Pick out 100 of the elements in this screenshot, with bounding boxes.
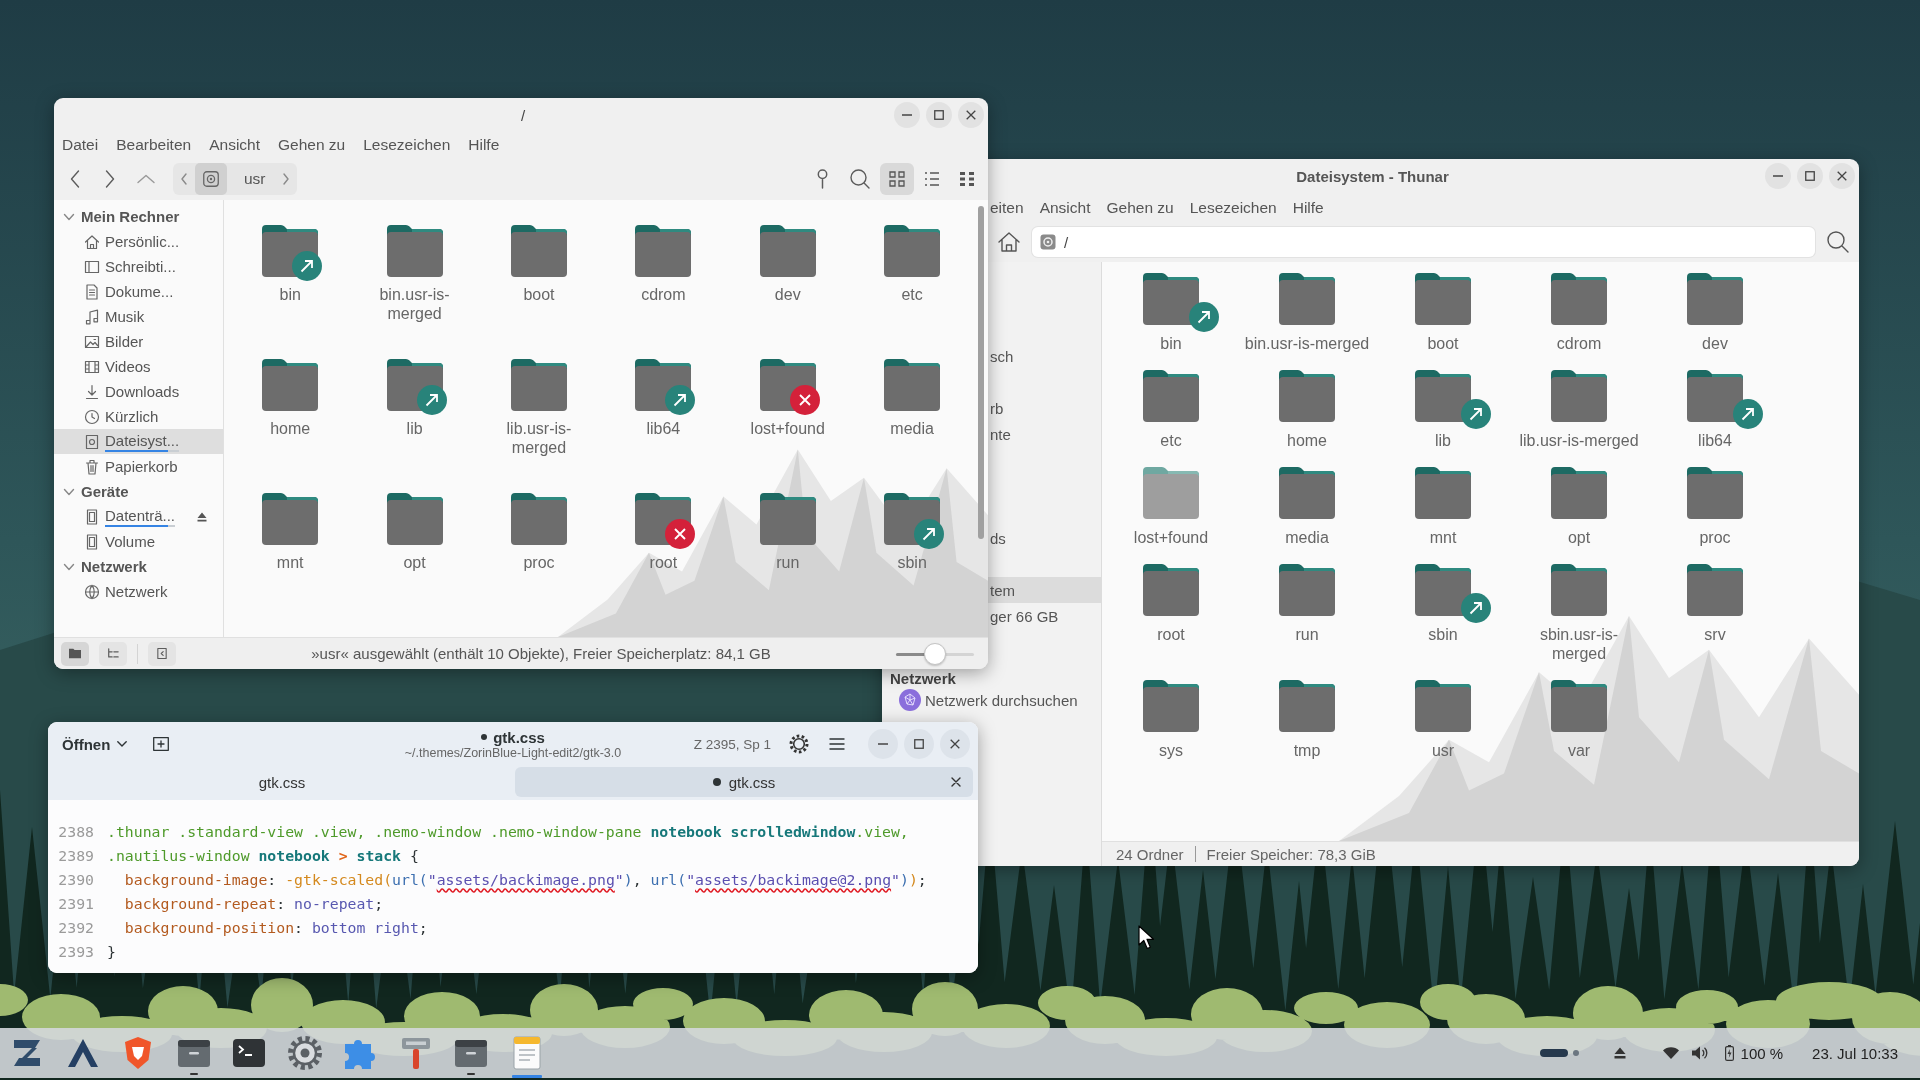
maximize-button[interactable] — [1797, 163, 1823, 189]
file-name[interactable]: dev — [774, 285, 801, 304]
folder-icon[interactable] — [1279, 370, 1335, 422]
file-name[interactable]: lib — [1435, 431, 1451, 450]
sidebar-item[interactable]: Papierkorb — [54, 454, 223, 479]
sidebar-item[interactable]: nte — [988, 421, 1101, 447]
tree-button[interactable] — [99, 641, 127, 666]
file-name[interactable]: bin.usr-is-merged — [364, 285, 465, 323]
clock[interactable]: 23. Jul 10:33 — [1812, 1044, 1898, 1062]
menu-item[interactable]: Hilfe — [468, 136, 500, 154]
view-mode-button[interactable] — [880, 163, 914, 195]
chevron-right-icon[interactable] — [282, 173, 289, 185]
folder-icon[interactable] — [1143, 564, 1199, 616]
file-name[interactable]: lost+found — [1133, 528, 1209, 547]
sidebar-item[interactable]: Netzwerk durchsuchen — [882, 687, 1101, 713]
folder-icon[interactable] — [1415, 273, 1471, 325]
path-button[interactable] — [195, 163, 227, 195]
folder-icon[interactable] — [1687, 273, 1743, 325]
minimize-button[interactable] — [1765, 163, 1791, 189]
folder-icon[interactable] — [262, 493, 319, 545]
sidebar-item[interactable]: Schreibti... — [54, 254, 223, 279]
chevron-left-icon[interactable] — [181, 173, 187, 185]
menu-item[interactable]: Ansicht — [209, 136, 260, 154]
maximize-button[interactable] — [926, 102, 952, 128]
places-button[interactable] — [61, 641, 89, 666]
folder-icon[interactable] — [1687, 564, 1743, 616]
menu-item[interactable]: Datei — [62, 136, 99, 154]
sidebar-item[interactable]: Dokume... — [54, 279, 223, 304]
folder-icon[interactable] — [1415, 680, 1471, 732]
folder-icon[interactable] — [1551, 370, 1607, 422]
folder-icon[interactable] — [1687, 467, 1743, 519]
folder-icon[interactable] — [1687, 370, 1743, 422]
file-name[interactable]: bin — [1160, 334, 1182, 353]
folder-icon[interactable] — [1415, 467, 1471, 519]
folder-icon[interactable] — [1279, 680, 1335, 732]
eject-icon[interactable] — [197, 511, 207, 522]
folder-icon[interactable] — [1551, 564, 1607, 616]
location-pin-icon[interactable] — [817, 169, 828, 189]
sidebar-item[interactable]: tem — [988, 577, 1101, 603]
file-name[interactable]: dev — [1702, 334, 1728, 353]
workspace-indicator-icon[interactable] — [1539, 1048, 1580, 1058]
file-name[interactable]: lib — [406, 419, 423, 438]
code-editor[interactable] — [48, 800, 978, 973]
close-icon[interactable] — [951, 777, 961, 787]
toggle-sidebar-button[interactable] — [148, 641, 176, 666]
folder-icon[interactable] — [510, 225, 567, 277]
sidebar-item[interactable]: Volume — [54, 529, 223, 554]
sidebar-heading[interactable]: Mein Rechner — [81, 208, 180, 225]
menu-item[interactable]: Lesezeichen — [363, 136, 451, 154]
file-name[interactable]: sbin.usr-is-merged — [1515, 625, 1643, 663]
minimize-button[interactable] — [868, 729, 898, 759]
menu-item[interactable]: eiten — [990, 198, 1024, 217]
tab[interactable]: gtk.css — [53, 767, 511, 797]
folder-icon[interactable] — [262, 359, 319, 411]
sidebar-item[interactable]: ds — [988, 525, 1101, 551]
menu-item[interactable]: Lesezeichen — [1189, 198, 1277, 217]
file-name[interactable]: sbin — [1428, 625, 1458, 644]
sidebar-item[interactable]: sch — [988, 343, 1101, 369]
wifi-icon[interactable] — [1662, 1047, 1679, 1059]
volume-icon[interactable] — [1691, 1046, 1708, 1060]
file-name[interactable]: tmp — [1293, 741, 1321, 760]
open-button[interactable]: Öffnen — [56, 731, 134, 757]
file-name[interactable]: opt — [403, 553, 426, 572]
folder-icon[interactable] — [635, 225, 692, 277]
menu-icon[interactable] — [829, 738, 845, 750]
settings-icon[interactable] — [789, 734, 809, 754]
file-name[interactable]: home — [270, 419, 311, 438]
home-icon[interactable] — [998, 232, 1020, 252]
folder-icon[interactable] — [1551, 467, 1607, 519]
file-name[interactable]: var — [1567, 741, 1591, 760]
folder-icon[interactable] — [510, 359, 567, 411]
file-name[interactable]: opt — [1567, 528, 1591, 547]
eject-icon[interactable] — [1613, 1047, 1626, 1059]
maximize-button[interactable] — [904, 729, 934, 759]
sidebar-item[interactable]: Netzwerk — [54, 579, 223, 604]
new-tab-icon[interactable] — [153, 737, 170, 751]
folder-icon[interactable] — [1143, 680, 1199, 732]
file-name[interactable]: home — [1287, 431, 1327, 450]
close-button[interactable] — [1829, 163, 1855, 189]
sidebar-item[interactable]: Bilder — [54, 329, 223, 354]
file-name[interactable]: run — [776, 553, 800, 572]
sidebar-item[interactable]: Musik — [54, 304, 223, 329]
sidebar-item[interactable]: Dateisyst... — [54, 429, 223, 454]
folder-icon[interactable] — [1551, 680, 1607, 732]
sidebar-item[interactable]: Downloads — [54, 379, 223, 404]
folder-icon[interactable] — [1279, 467, 1335, 519]
file-name[interactable]: lib64 — [1698, 431, 1732, 450]
folder-icon[interactable] — [1279, 273, 1335, 325]
folder-icon[interactable] — [884, 225, 941, 277]
file-name[interactable]: bin — [279, 285, 301, 304]
minimize-button[interactable] — [894, 102, 920, 128]
location-field[interactable]: / — [1032, 227, 1815, 257]
folder-icon[interactable] — [510, 493, 567, 545]
file-name[interactable]: usr — [1431, 741, 1455, 760]
file-name[interactable]: lib64 — [646, 419, 681, 438]
file-name[interactable]: cdrom — [641, 285, 686, 304]
file-name[interactable]: etc — [901, 285, 923, 304]
search-icon[interactable] — [1827, 231, 1849, 253]
menu-item[interactable]: Bearbeiten — [116, 136, 192, 154]
file-name[interactable]: mnt — [276, 553, 304, 572]
